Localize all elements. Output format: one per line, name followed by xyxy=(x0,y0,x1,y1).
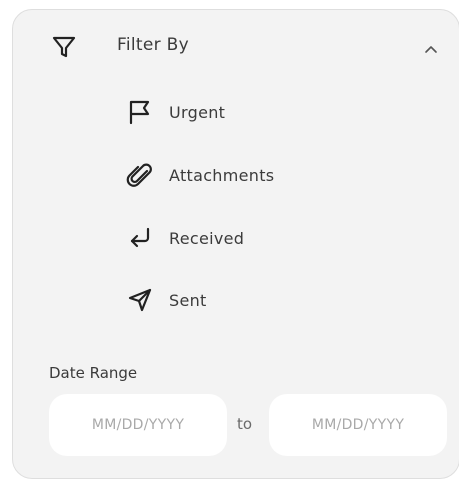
send-icon xyxy=(125,285,155,315)
flag-icon xyxy=(125,97,155,127)
funnel-icon xyxy=(51,34,77,60)
filter-option-attachments[interactable]: Attachments xyxy=(125,158,274,192)
date-from-input[interactable] xyxy=(49,394,227,456)
filter-title: Filter By xyxy=(117,35,189,55)
paperclip-icon xyxy=(125,160,155,190)
filter-option-sent[interactable]: Sent xyxy=(125,283,207,317)
filter-option-label: Received xyxy=(169,228,245,248)
date-range-label: Date Range xyxy=(49,364,138,382)
return-arrow-icon xyxy=(125,223,155,253)
chevron-up-icon[interactable] xyxy=(423,40,439,53)
date-to-input[interactable] xyxy=(269,394,447,456)
filter-option-label: Sent xyxy=(169,290,207,310)
filter-option-received[interactable]: Received xyxy=(125,221,244,255)
date-range-separator: to xyxy=(237,415,253,433)
filter-option-urgent[interactable]: Urgent xyxy=(125,95,225,129)
filter-option-label: Attachments xyxy=(169,165,275,185)
filter-option-label: Urgent xyxy=(169,102,226,122)
filter-header[interactable]: Filter By xyxy=(13,10,459,82)
filter-panel: Filter By Urgent Attachments Received Se… xyxy=(12,9,459,479)
